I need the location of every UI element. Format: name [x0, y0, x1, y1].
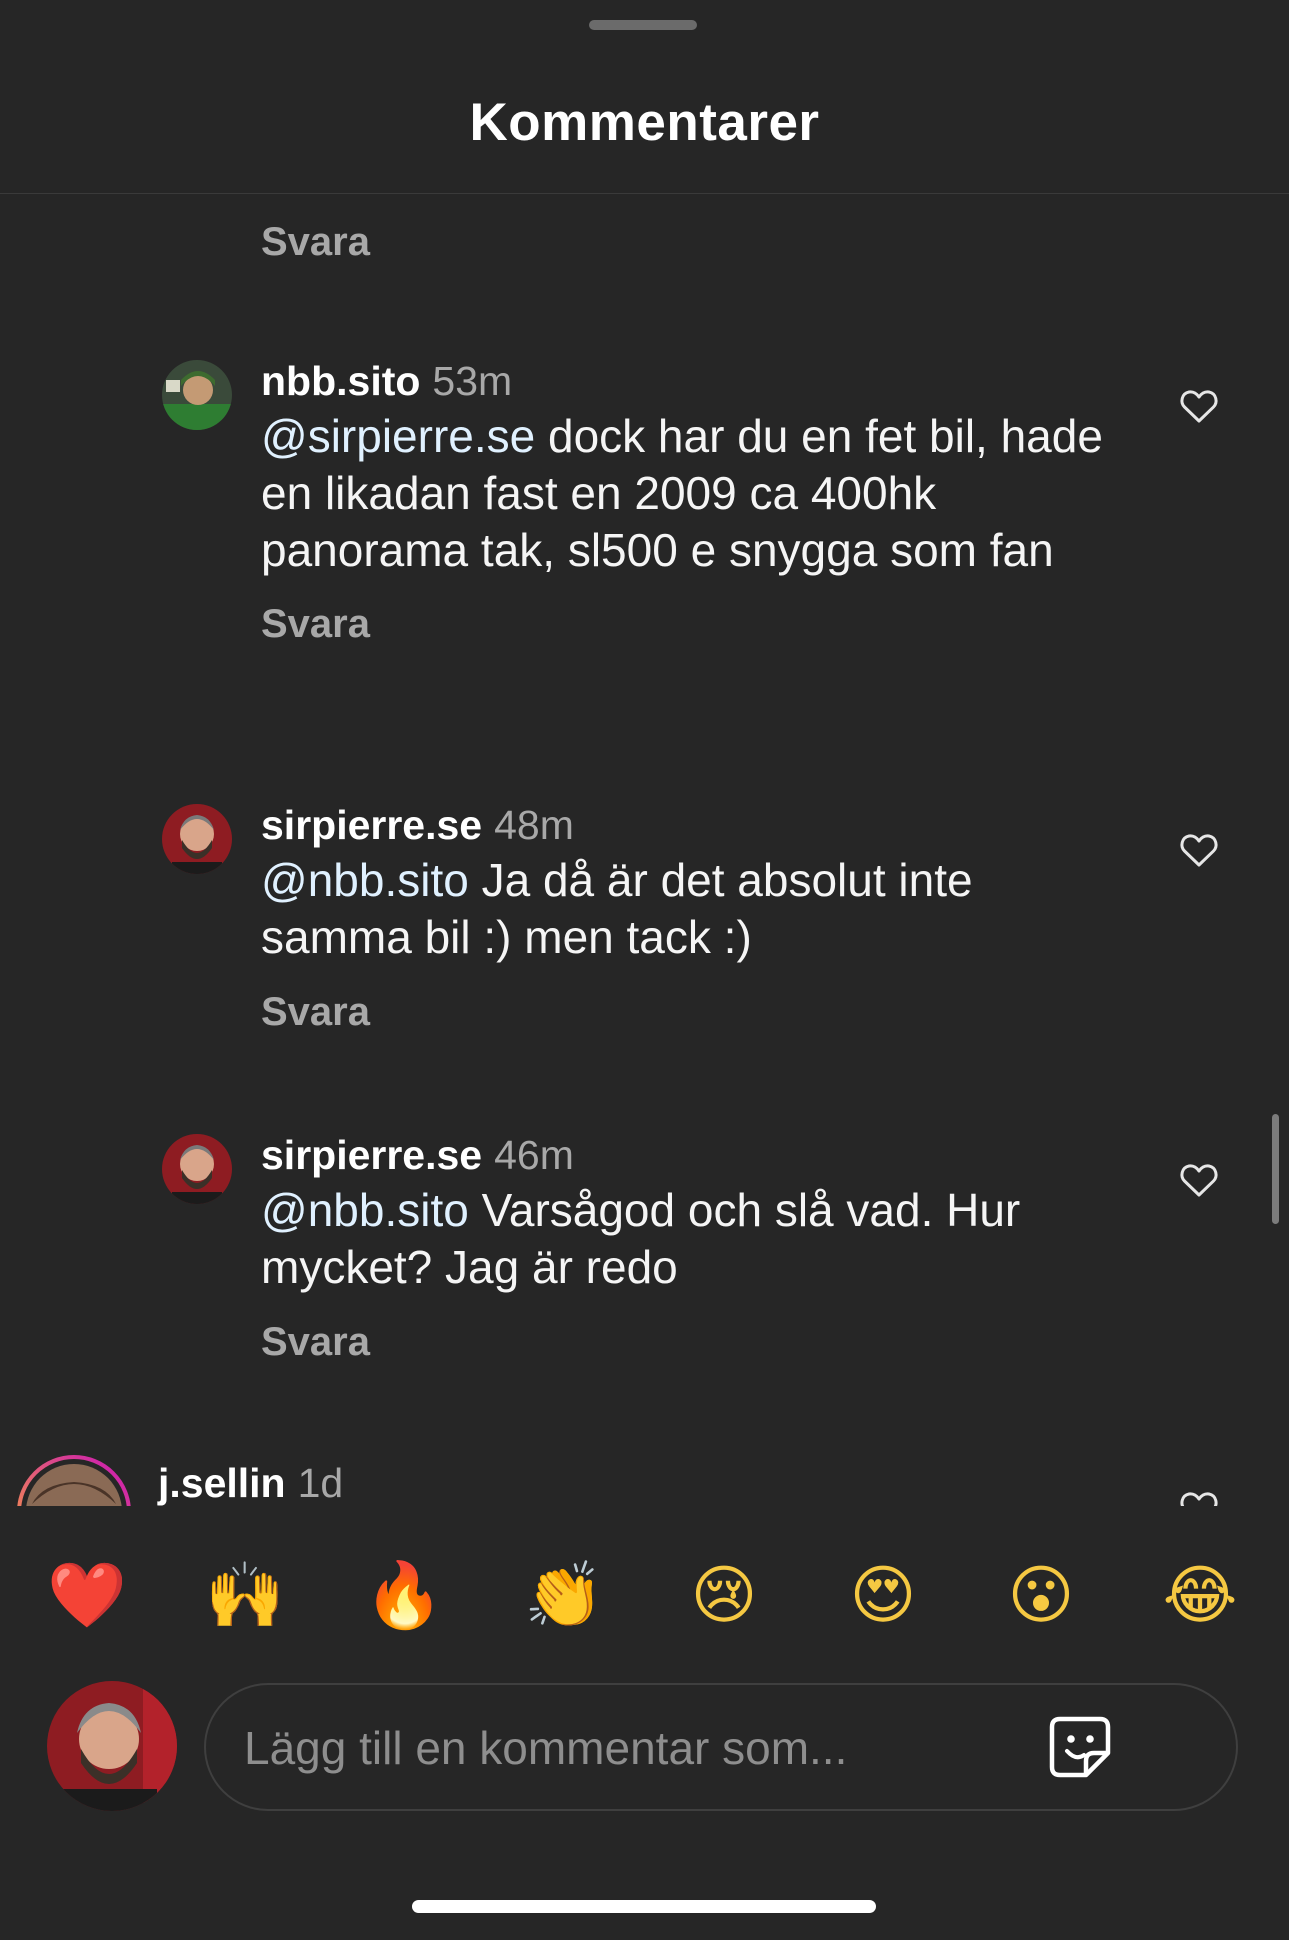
emoji-clapping-button[interactable]: 👏 — [524, 1556, 604, 1636]
current-user-avatar — [47, 1681, 177, 1811]
comment-username[interactable]: sirpierre.se — [261, 802, 482, 848]
scrollbar[interactable] — [1272, 1114, 1279, 1224]
page-title: Kommentarer — [469, 93, 820, 152]
reply-button[interactable]: Svara — [261, 990, 370, 1035]
comment-username[interactable]: sirpierre.se — [261, 1132, 482, 1178]
heart-outline-icon[interactable] — [1179, 388, 1219, 424]
comment-timestamp: 48m — [494, 802, 574, 848]
comment-mention[interactable]: @nbb.sito — [261, 1184, 469, 1236]
emoji-crying-button[interactable]: 😢 — [684, 1556, 764, 1636]
avatar[interactable] — [162, 804, 232, 874]
comment-username[interactable]: nbb.sito — [261, 358, 420, 404]
comment-timestamp: 53m — [432, 358, 513, 404]
reply-button[interactable]: Svara — [261, 602, 370, 647]
comment-username[interactable]: j.sellin — [158, 1460, 286, 1506]
comment-mention[interactable]: @sirpierre.se — [261, 410, 535, 462]
comment-text: @nbb.sito Ja då är det absolut inte samm… — [261, 852, 1121, 966]
home-indicator — [412, 1900, 876, 1913]
emoji-heart-eyes-button[interactable]: 😍 — [843, 1556, 923, 1636]
comment-header: nbb.sito 53m — [261, 358, 512, 405]
comment-timestamp: 46m — [494, 1132, 574, 1178]
heart-outline-icon[interactable] — [1179, 832, 1219, 868]
comment-header: sirpierre.se 48m — [261, 802, 574, 849]
comment-text: @sirpierre.se dock har du en fet bil, ha… — [261, 408, 1121, 579]
reply-button[interactable]: Svara — [261, 220, 370, 265]
emoji-fire-button[interactable]: 🔥 — [364, 1556, 444, 1636]
sheet-grabber-handle[interactable] — [589, 20, 697, 30]
quick-reaction-bar: ❤️ 🙌 🔥 👏 😢 😍 😮 😂 — [0, 1556, 1289, 1636]
comments-list[interactable]: Svara nbb.sito 53m @sirpierre.se dock har… — [0, 194, 1289, 1506]
comment-header: j.sellin 1d — [158, 1460, 343, 1506]
emoji-raised-hands-button[interactable]: 🙌 — [205, 1556, 285, 1636]
heart-outline-icon[interactable] — [1179, 1162, 1219, 1198]
comment-mention[interactable]: @nbb.sito — [261, 854, 469, 906]
emoji-laughing-button[interactable]: 😂 — [1160, 1556, 1240, 1636]
comment-header: sirpierre.se 46m — [261, 1132, 574, 1179]
avatar[interactable] — [162, 360, 232, 430]
sticker-icon[interactable] — [1046, 1713, 1114, 1781]
comment-input[interactable] — [242, 1685, 1026, 1811]
emoji-surprised-button[interactable]: 😮 — [1001, 1556, 1081, 1636]
comment-text: @nbb.sito Varsågod och slå vad. Hur myck… — [261, 1182, 1121, 1296]
comment-timestamp: 1d — [297, 1460, 344, 1506]
story-ring-avatar[interactable] — [16, 1454, 132, 1506]
comment-input-container[interactable] — [204, 1683, 1238, 1811]
heart-outline-icon[interactable] — [1179, 1490, 1219, 1506]
reply-button[interactable]: Svara — [261, 1320, 370, 1365]
emoji-heart-button[interactable]: ❤️ — [47, 1556, 127, 1636]
avatar[interactable] — [162, 1134, 232, 1204]
